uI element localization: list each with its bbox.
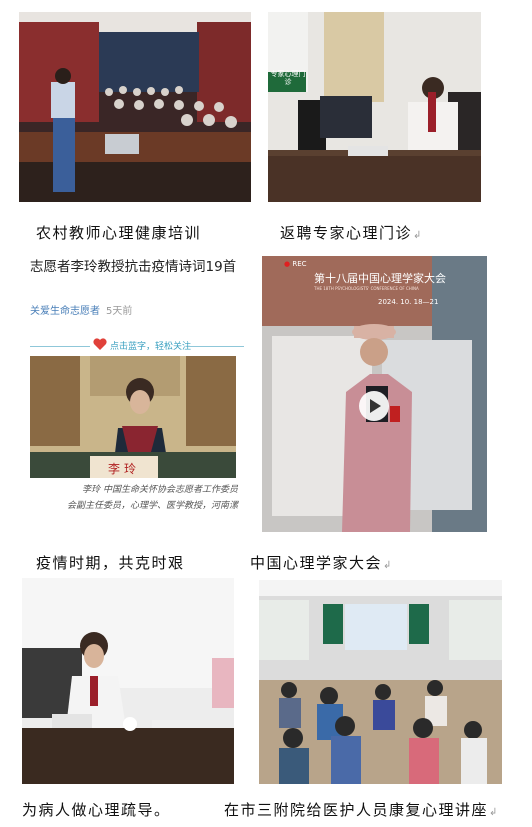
article-card[interactable]: 志愿者李玲教授抗击疫情诗词19首 关爱生命志愿者 5天前 点击蓝字，轻松关注 李玲… (28, 256, 248, 533)
clinic-sign: 专家心理门诊 (270, 70, 306, 86)
article-meta: 关爱生命志愿者 5天前 (30, 302, 132, 317)
conference-dates: 2024. 10. 18—21 (378, 298, 439, 306)
article-caption: 李玲 中国生命关怀协会志愿者工作委员 会副主任委员，心理学、医学教授，河南漯 (28, 482, 238, 514)
caption-pandemic: 疫情时期，共克时艰 (36, 554, 185, 572)
heart-icon (93, 338, 107, 350)
conference-banner: 第十八届中国心理学家大会 (314, 272, 446, 285)
caption-teacher-training: 农村教师心理健康培训 (36, 224, 202, 242)
follow-banner[interactable]: 点击蓝字，轻松关注 (28, 336, 248, 356)
caption-counseling: 为病人做心理疏导。 (22, 801, 171, 819)
article-caption-line-2: 会副主任委员，心理学、医学教授，河南漯 (66, 501, 238, 511)
photo-clinic: 专家心理门诊 (268, 12, 481, 202)
caption-conference: 中国心理学家大会↲ (250, 554, 393, 572)
photo-conference-video[interactable]: ● REC 第十八届中国心理学家大会 THE 18TH PSYCHOLOGIST… (262, 256, 487, 532)
article-caption-line-1: 李玲 中国生命关怀协会志愿者工作委员 (82, 485, 238, 495)
photo-teacher-training (19, 12, 251, 202)
rec-indicator: ● REC (284, 260, 307, 268)
conference-banner-en: THE 18TH PSYCHOLOGISTS' CONFERENCE OF CH… (314, 286, 419, 291)
photo-counseling (22, 578, 234, 784)
article-photo: 李玲 (30, 356, 236, 478)
article-time: 5天前 (106, 306, 133, 317)
divider-right (188, 346, 244, 347)
article-title[interactable]: 志愿者李玲教授抗击疫情诗词19首 (30, 258, 246, 276)
nameplate: 李玲 (107, 462, 140, 476)
follow-text: 点击蓝字，轻松关注 (110, 342, 192, 352)
divider-left (30, 346, 90, 347)
rec-dot-icon: ● (284, 260, 291, 268)
photo-hospital-lecture (259, 580, 502, 784)
caption-hospital-lecture: 在市三附院给医护人员康复心理讲座↲ (224, 801, 499, 819)
article-author[interactable]: 关爱生命志愿者 (30, 306, 100, 317)
caption-clinic: 返聘专家心理门诊↲ (280, 224, 423, 242)
